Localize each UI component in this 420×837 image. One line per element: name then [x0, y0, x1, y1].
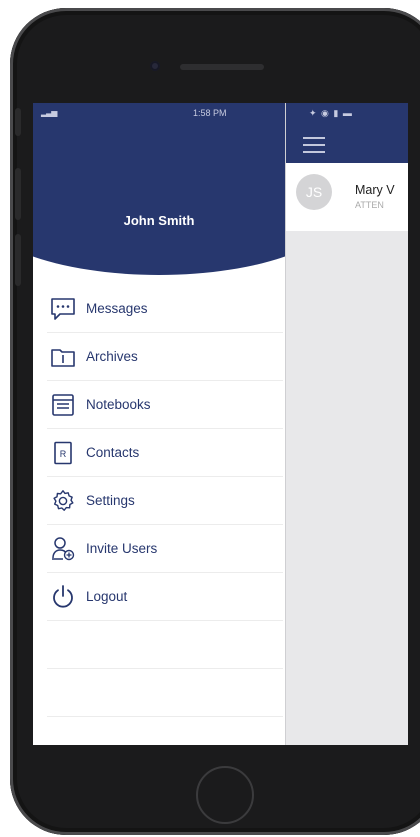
front-camera	[150, 61, 160, 71]
home-button[interactable]	[196, 766, 254, 824]
main-content: JS Mary V ATTEN	[285, 103, 408, 745]
menu-item-messages[interactable]: Messages	[47, 285, 283, 333]
empty-menu-row	[47, 669, 283, 717]
hamburger-menu-icon[interactable]	[303, 137, 325, 153]
gear-icon	[50, 488, 76, 514]
status-bar: ▂▃▅ 1:58 PM ✦ ◉ ▮ ▬	[33, 103, 408, 123]
invite-user-icon	[50, 536, 76, 562]
menu-label-logout: Logout	[86, 589, 128, 604]
navigation-drawer: John Smith Messages Archives Notebooks R…	[33, 103, 285, 745]
empty-menu-row	[47, 621, 283, 669]
status-time: 1:58 PM	[193, 108, 227, 118]
menu-label-settings: Settings	[86, 493, 135, 508]
user-name: John Smith	[123, 213, 195, 228]
menu-item-contacts[interactable]: R Contacts	[47, 429, 283, 477]
contacts-icon: R	[50, 440, 76, 466]
volume-down-button	[15, 234, 21, 286]
empty-menu-row	[47, 717, 283, 745]
avatar: JS	[296, 174, 332, 210]
menu-item-invite-users[interactable]: Invite Users	[47, 525, 283, 573]
conversation-item[interactable]: JS Mary V ATTEN	[285, 163, 408, 231]
svg-text:R: R	[60, 449, 67, 459]
messages-icon	[50, 296, 76, 322]
archive-icon	[50, 344, 76, 370]
drawer-header: John Smith	[33, 103, 285, 275]
menu-item-logout[interactable]: Logout	[47, 573, 283, 621]
menu-label-contacts: Contacts	[86, 445, 140, 460]
volume-up-button	[15, 168, 21, 220]
menu-label-messages: Messages	[86, 301, 148, 316]
menu-label-invite-users: Invite Users	[86, 541, 158, 556]
conversation-name: Mary V	[355, 183, 395, 197]
menu-item-archives[interactable]: Archives	[47, 333, 283, 381]
power-icon	[50, 584, 76, 610]
notebook-icon	[50, 392, 76, 418]
conversation-subtitle: ATTEN	[355, 200, 384, 210]
mute-switch	[15, 108, 21, 136]
menu-label-notebooks: Notebooks	[86, 397, 151, 412]
menu-item-settings[interactable]: Settings	[47, 477, 283, 525]
earpiece	[180, 64, 264, 70]
menu-item-notebooks[interactable]: Notebooks	[47, 381, 283, 429]
app-screen: JS Mary V ATTEN ▂▃▅ 1:58 PM ✦ ◉ ▮ ▬ John…	[33, 103, 408, 745]
menu-label-archives: Archives	[86, 349, 138, 364]
status-indicators-icon: ✦ ◉ ▮ ▬	[309, 108, 353, 118]
signal-icon: ▂▃▅	[41, 108, 58, 117]
drawer-menu: Messages Archives Notebooks R Contacts S…	[47, 285, 283, 745]
